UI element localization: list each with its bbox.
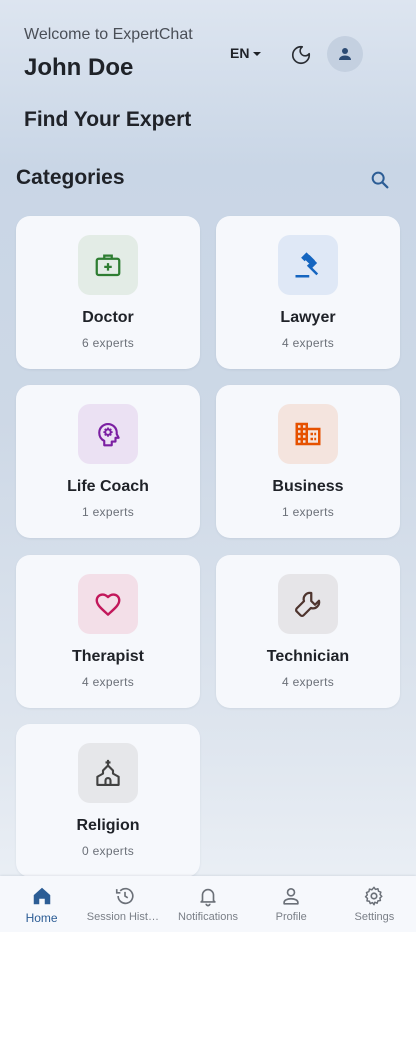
category-icon-box bbox=[278, 574, 338, 634]
category-count: 0 experts bbox=[81, 844, 135, 858]
language-selector[interactable]: EN bbox=[230, 45, 262, 61]
category-icon-box bbox=[278, 404, 338, 464]
category-name: Business bbox=[272, 478, 344, 495]
nav-label: Home bbox=[25, 911, 58, 925]
history-icon bbox=[115, 887, 134, 905]
category-card-therapist[interactable]: Therapist 4 experts bbox=[16, 555, 200, 708]
nav-label: Notifications bbox=[178, 911, 238, 923]
building-icon bbox=[295, 422, 321, 446]
category-count: 1 experts bbox=[281, 505, 335, 519]
caret-down-icon bbox=[253, 51, 262, 56]
category-count: 4 experts bbox=[281, 675, 335, 689]
category-count: 4 experts bbox=[81, 675, 135, 689]
category-icon-box bbox=[78, 235, 138, 295]
nav-label: Profile bbox=[275, 911, 307, 923]
category-icon-box bbox=[278, 235, 338, 295]
medical-bag-icon bbox=[95, 254, 121, 277]
user-name: John Doe bbox=[24, 54, 134, 81]
category-icon-box bbox=[78, 574, 138, 634]
psychology-icon bbox=[98, 422, 120, 447]
category-name: Life Coach bbox=[67, 478, 149, 495]
gavel-icon bbox=[295, 252, 319, 278]
person-icon bbox=[339, 48, 351, 60]
category-card-life-coach[interactable]: Life Coach 1 experts bbox=[16, 385, 200, 538]
wrench-icon bbox=[295, 591, 321, 617]
category-name: Lawyer bbox=[280, 309, 336, 326]
church-icon bbox=[96, 759, 120, 786]
bell-icon bbox=[200, 888, 216, 907]
moon-icon bbox=[291, 45, 311, 65]
category-card-business[interactable]: Business 1 experts bbox=[216, 385, 400, 538]
nav-label: Session History bbox=[86, 911, 163, 923]
category-card-lawyer[interactable]: Lawyer 4 experts bbox=[216, 216, 400, 369]
category-card-technician[interactable]: Technician 4 experts bbox=[216, 555, 400, 708]
welcome-text: Welcome to ExpertChat bbox=[24, 26, 193, 43]
category-count: 1 experts bbox=[81, 505, 135, 519]
categories-heading: Categories bbox=[16, 166, 125, 189]
language-label: EN bbox=[230, 45, 250, 61]
gear-icon bbox=[365, 886, 383, 906]
app-screen: Welcome to ExpertChat John Doe EN Find Y… bbox=[0, 0, 416, 932]
heart-icon bbox=[95, 593, 121, 616]
nav-item-profile[interactable]: Profile bbox=[250, 876, 333, 932]
category-name: Therapist bbox=[71, 648, 144, 665]
category-icon-box bbox=[78, 404, 138, 464]
nav-item-notifications[interactable]: Notifications bbox=[166, 876, 249, 932]
avatar-button[interactable] bbox=[327, 36, 363, 72]
page-title: Find Your Expert bbox=[24, 108, 192, 131]
category-card-doctor[interactable]: Doctor 6 experts bbox=[16, 216, 200, 369]
category-card-religion[interactable]: Religion 0 experts bbox=[16, 724, 200, 877]
nav-label: Settings bbox=[354, 911, 395, 923]
person-icon bbox=[283, 888, 299, 905]
search-button[interactable] bbox=[366, 166, 394, 194]
category-name: Religion bbox=[76, 817, 140, 834]
nav-item-home[interactable]: Home bbox=[0, 876, 83, 932]
theme-toggle-button[interactable] bbox=[288, 42, 314, 68]
home-icon bbox=[33, 887, 50, 905]
category-name: Doctor bbox=[82, 309, 134, 326]
nav-item-session-history[interactable]: Session History bbox=[83, 876, 166, 932]
category-count: 6 experts bbox=[81, 336, 135, 350]
category-name: Technician bbox=[266, 648, 350, 665]
bottom-navigation: Home Session History Notifications Profi… bbox=[0, 876, 416, 932]
search-icon bbox=[371, 171, 389, 189]
category-count: 4 experts bbox=[281, 336, 335, 350]
category-icon-box bbox=[78, 743, 138, 803]
nav-item-settings[interactable]: Settings bbox=[333, 876, 416, 932]
